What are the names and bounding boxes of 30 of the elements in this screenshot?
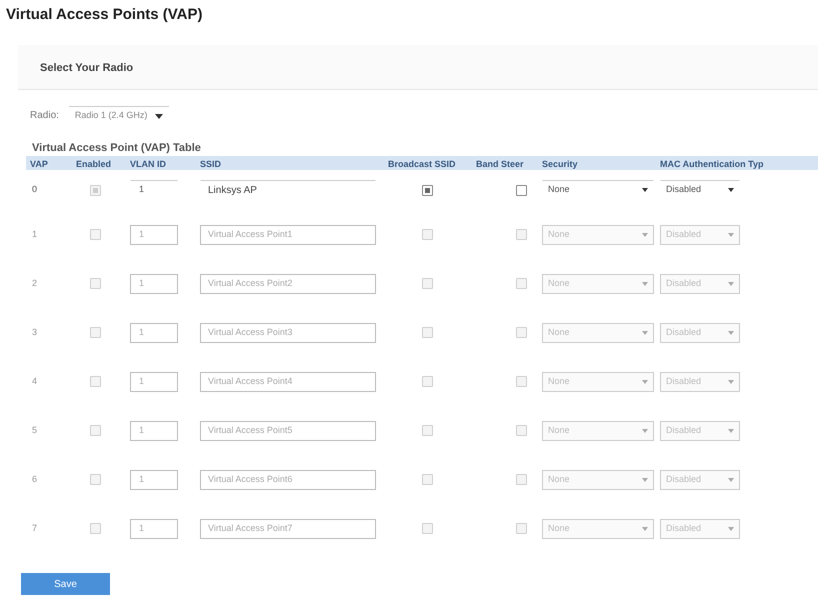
column-header: Band Steer [476,159,524,169]
checkbox[interactable] [90,184,101,196]
page-title: Virtual Access Points (VAP) [5,5,202,25]
row-number: 7 [31,522,38,535]
row-number: 2 [31,276,38,290]
column-header: SSID [200,159,222,169]
column-header: Security [542,159,578,169]
radio-dropdown[interactable]: Radio 1 (2.4 GHz) [68,106,170,126]
section-heading: Select Your Radio [40,62,134,74]
security-dropdown[interactable]: None [542,180,654,200]
row-number: 6 [31,472,38,486]
row-number: 5 [31,424,38,437]
save-button[interactable]: Save [21,573,110,595]
vlan-id-field[interactable]: 1 [130,180,178,200]
field-label: Radio: [30,109,59,123]
column-header: Broadcast SSID [388,159,456,169]
column-header: MAC Authentication Typ [660,159,764,169]
column-header: VAP [30,159,48,169]
mac-auth-dropdown[interactable]: Disabled [660,180,740,200]
table-title: Virtual Access Point (VAP) Table [32,140,201,156]
checkbox[interactable] [516,184,527,196]
row-number: 0 [31,183,38,196]
checkbox[interactable] [422,184,433,196]
row-number: 1 [31,228,38,241]
caret-icon [155,114,164,118]
row-number: 3 [31,326,38,339]
column-header: Enabled [76,159,112,169]
row-number: 4 [31,374,38,388]
column-header: VLAN ID [130,159,166,169]
ssid-field[interactable]: Linksys AP [200,180,376,200]
